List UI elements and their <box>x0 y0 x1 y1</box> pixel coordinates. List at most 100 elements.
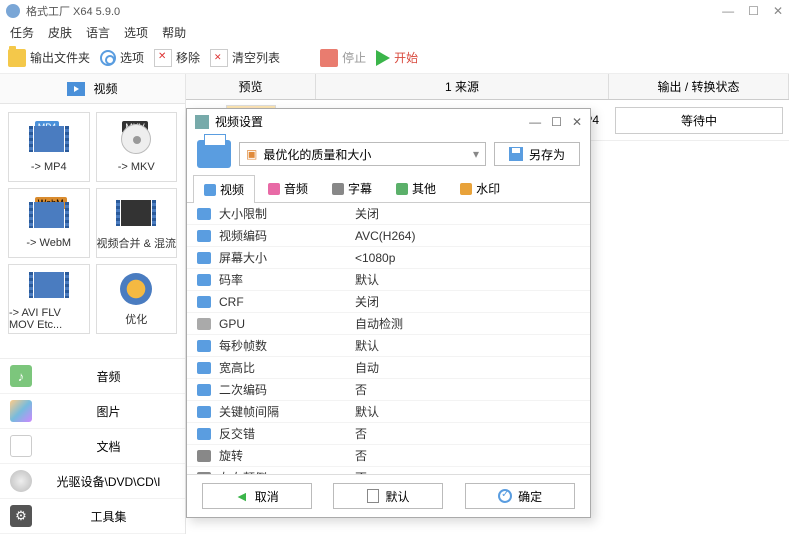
property-value: <1080p <box>355 251 580 265</box>
format-tile-3[interactable]: 视频合并 & 混流 <box>96 188 178 258</box>
document-icon <box>367 489 379 503</box>
options-button[interactable]: 选项 <box>100 49 144 66</box>
category-icon: ⚙ <box>10 505 32 527</box>
clear-list-button[interactable]: 清空列表 <box>210 49 280 67</box>
property-icon <box>197 406 211 418</box>
property-value: 否 <box>355 381 580 398</box>
main-toolbar: 输出文件夹 选项 移除 清空列表 停止 开始 <box>0 42 789 74</box>
property-list: 大小限制关闭视频编码AVC(H264)屏幕大小<1080p码率默认CRF关闭GP… <box>187 203 590 474</box>
format-tile-5[interactable]: 优化 <box>96 264 178 334</box>
save-icon <box>509 147 523 161</box>
output-folder-button[interactable]: 输出文件夹 <box>8 49 90 67</box>
category-item-3[interactable]: 光驱设备\DVD\CD\I <box>0 464 185 499</box>
format-tile-0[interactable]: MP4-> MP4 <box>8 112 90 182</box>
property-row[interactable]: 屏幕大小<1080p <box>187 247 590 269</box>
property-row[interactable]: 二次编码否 <box>187 379 590 401</box>
property-row[interactable]: 视频编码AVC(H264) <box>187 225 590 247</box>
property-icon <box>197 362 211 374</box>
format-tile-label: -> MKV <box>118 161 155 173</box>
play-icon <box>376 50 390 66</box>
dialog-close-button[interactable]: ✕ <box>572 115 582 129</box>
tab-other[interactable]: 其他 <box>385 174 447 202</box>
property-icon <box>197 296 211 308</box>
property-row[interactable]: 大小限制关闭 <box>187 203 590 225</box>
property-icon <box>197 274 211 286</box>
default-button[interactable]: 默认 <box>333 483 443 509</box>
property-row[interactable]: 左右颠倒否 <box>187 467 590 474</box>
property-name: 每秒帧数 <box>215 337 355 354</box>
dialog-titlebar: 视频设置 — ☐ ✕ <box>187 109 590 134</box>
category-item-4[interactable]: ⚙工具集 <box>0 499 185 534</box>
menu-help[interactable]: 帮助 <box>162 24 186 41</box>
property-name: 宽高比 <box>215 359 355 376</box>
tab-video[interactable]: 视频 <box>193 175 255 203</box>
format-tile-label: -> AVI FLV MOV Etc... <box>9 307 89 331</box>
property-icon <box>197 318 211 330</box>
menu-language[interactable]: 语言 <box>86 24 110 41</box>
property-icon <box>197 230 211 242</box>
tab-subtitle[interactable]: 字幕 <box>321 174 383 202</box>
quality-icon: ▣ <box>246 147 257 161</box>
property-row[interactable]: 码率默认 <box>187 269 590 291</box>
dialog-minimize-button[interactable]: — <box>529 115 541 129</box>
cancel-button[interactable]: ◄取消 <box>202 483 312 509</box>
property-value: 关闭 <box>355 205 580 222</box>
save-as-button[interactable]: 另存为 <box>494 142 580 166</box>
format-tile-icon <box>121 124 151 154</box>
property-name: 二次编码 <box>215 381 355 398</box>
start-button[interactable]: 开始 <box>376 49 418 66</box>
category-item-0[interactable]: ♪音频 <box>0 359 185 394</box>
close-button[interactable]: ✕ <box>773 4 783 18</box>
format-tile-4[interactable]: -> AVI FLV MOV Etc... <box>8 264 90 334</box>
property-name: 旋转 <box>215 447 355 464</box>
property-row[interactable]: 每秒帧数默认 <box>187 335 590 357</box>
menu-skin[interactable]: 皮肤 <box>48 24 72 41</box>
tab-watermark-icon <box>460 183 472 195</box>
tab-watermark[interactable]: 水印 <box>449 174 511 202</box>
window-titlebar: 格式工厂 X64 5.9.0 — ☐ ✕ <box>0 0 789 22</box>
property-row[interactable]: GPU自动检测 <box>187 313 590 335</box>
col-source: 1 来源 <box>316 74 609 99</box>
left-panel: 视频 MP4-> MP4MKV-> MKVWebM-> WebM 视频合并 & 混… <box>0 74 186 534</box>
category-item-1[interactable]: 图片 <box>0 394 185 429</box>
property-row[interactable]: 关键帧间隔默认 <box>187 401 590 423</box>
output-folder-label: 输出文件夹 <box>30 49 90 66</box>
format-tile-label: 视频合并 & 混流 <box>97 235 176 251</box>
window-title: 格式工厂 X64 5.9.0 <box>26 3 722 19</box>
video-settings-dialog: 视频设置 — ☐ ✕ ▣ 最优化的质量和大小 ▾ 另存为 视频 音频 字幕 其他… <box>186 108 591 518</box>
options-label: 选项 <box>120 49 144 66</box>
menu-tasks[interactable]: 任务 <box>10 24 34 41</box>
options-icon <box>100 50 116 66</box>
ok-button[interactable]: 确定 <box>465 483 575 509</box>
menu-bar: 任务 皮肤 语言 选项 帮助 <box>0 22 789 42</box>
tab-subtitle-icon <box>332 183 344 195</box>
category-item-2[interactable]: ✎文档 <box>0 429 185 464</box>
property-icon <box>197 450 211 462</box>
back-arrow-icon: ◄ <box>235 488 249 504</box>
tab-video-icon <box>204 184 216 196</box>
left-header-video[interactable]: 视频 <box>0 74 185 104</box>
remove-button[interactable]: 移除 <box>154 49 200 67</box>
property-row[interactable]: CRF关闭 <box>187 291 590 313</box>
dialog-icon <box>195 115 209 129</box>
property-value: 自动检测 <box>355 315 580 332</box>
minimize-button[interactable]: — <box>722 4 734 18</box>
property-name: CRF <box>215 295 355 309</box>
category-label: 图片 <box>42 403 175 420</box>
maximize-button[interactable]: ☐ <box>748 4 759 18</box>
profile-icon <box>197 140 231 168</box>
tab-audio[interactable]: 音频 <box>257 174 319 202</box>
property-row[interactable]: 宽高比自动 <box>187 357 590 379</box>
quality-dropdown[interactable]: ▣ 最优化的质量和大小 ▾ <box>239 142 486 166</box>
tab-audio-icon <box>268 183 280 195</box>
dialog-maximize-button[interactable]: ☐ <box>551 115 562 129</box>
format-tile-1[interactable]: MKV-> MKV <box>96 112 178 182</box>
menu-options[interactable]: 选项 <box>124 24 148 41</box>
property-row[interactable]: 反交错否 <box>187 423 590 445</box>
stop-button[interactable]: 停止 <box>320 49 366 67</box>
property-row[interactable]: 旋转否 <box>187 445 590 467</box>
property-name: 大小限制 <box>215 205 355 222</box>
property-icon <box>197 340 211 352</box>
format-tile-icon <box>121 200 151 226</box>
format-tile-2[interactable]: WebM-> WebM <box>8 188 90 258</box>
